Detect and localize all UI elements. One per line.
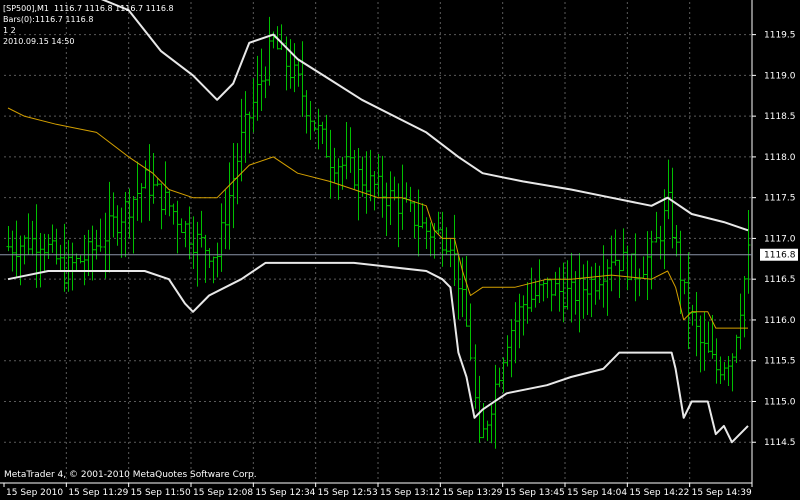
current-price-label: 1116.8: [764, 251, 796, 261]
x-tick-label: 15 Sep 14:39: [692, 488, 752, 498]
y-tick-label: 1118.5: [764, 112, 796, 122]
header-line-ohlc: [SP500],M1 1116.7 1116.8 1116.7 1116.8: [3, 4, 174, 13]
price-chart[interactable]: 1119.5 1119.0 1118.5 1118.0 1117.5 1117.0 1116…: [0, 0, 800, 500]
y-tick-label: 1114.5: [764, 438, 796, 448]
x-tick-label: 15 Sep 2010: [6, 488, 63, 498]
y-tick-label: 1116.0: [764, 316, 796, 326]
x-tick-label: 15 Sep 11:29: [68, 488, 128, 498]
y-tick-label: 1115.0: [764, 397, 796, 407]
y-tick-label: 1117.0: [764, 234, 796, 244]
y-tick-label: 1118.0: [764, 153, 796, 163]
x-tick-label: 15 Sep 14:04: [567, 488, 627, 498]
x-tick-label: 15 Sep 12:08: [193, 488, 253, 498]
y-tick-label: 1115.5: [764, 357, 796, 367]
x-tick-label: 15 Sep 12:53: [318, 488, 378, 498]
header-line-params: 1 2: [3, 26, 16, 35]
copyright-text: MetaTrader 4, © 2001-2010 MetaQuotes Sof…: [4, 470, 257, 480]
header-line-bars: Bars(0):1116.7 1116.8: [3, 15, 94, 24]
y-tick-label: 1119.5: [764, 31, 796, 41]
y-tick-label: 1117.5: [764, 194, 796, 204]
y-tick-label: 1116.5: [764, 275, 796, 285]
x-tick-label: 15 Sep 14:22: [629, 488, 689, 498]
x-tick-label: 15 Sep 13:45: [505, 488, 565, 498]
header-line-time: 2010.09.15 14:50: [3, 37, 75, 46]
x-tick-label: 15 Sep 13:12: [380, 488, 440, 498]
x-tick-label: 15 Sep 13:29: [442, 488, 502, 498]
y-tick-label: 1119.0: [764, 71, 796, 81]
x-tick-label: 15 Sep 11:50: [131, 488, 191, 498]
x-tick-label: 15 Sep 12:34: [255, 488, 315, 498]
